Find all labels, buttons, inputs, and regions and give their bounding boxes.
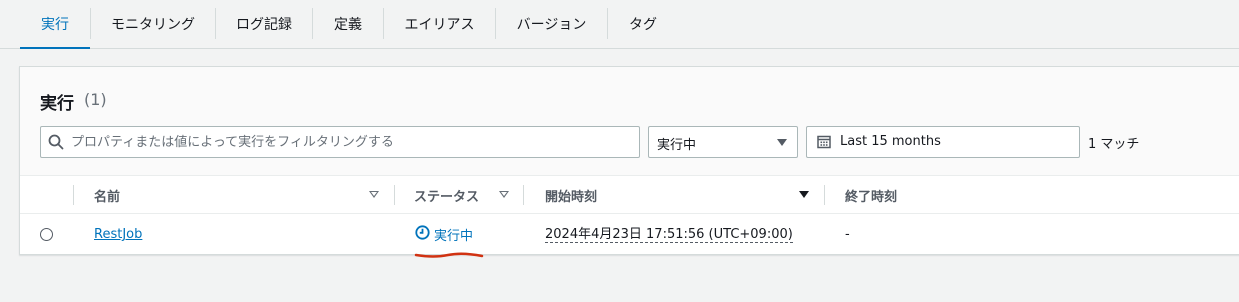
end-time: -: [845, 227, 850, 242]
start-time: 2024年4月23日 17:51:56 (UTC+09:00): [545, 227, 793, 243]
calendar-icon: [817, 135, 831, 153]
column-divider: [73, 185, 74, 205]
date-range-picker[interactable]: Last 15 months: [806, 126, 1080, 158]
tab-label: タグ: [629, 17, 657, 33]
tab-label: ログ記録: [236, 17, 292, 33]
status-filter-value: 実行中: [657, 138, 697, 153]
column-divider: [523, 185, 524, 205]
annotation-underline: [414, 248, 484, 264]
clock-icon: [415, 225, 430, 244]
row-select-radio[interactable]: [40, 228, 53, 241]
panel-title: 実行: [40, 94, 74, 114]
column-header-start-time[interactable]: 開始時刻: [545, 186, 597, 205]
column-header-name[interactable]: 名前: [94, 186, 120, 205]
tab-versions[interactable]: バージョン: [496, 0, 607, 48]
tab-executions[interactable]: 実行: [20, 0, 90, 49]
column-divider: [394, 185, 395, 205]
tab-bar: 実行 モニタリング ログ記録 定義 エイリアス バージョン タグ: [0, 0, 1239, 49]
tab-tags[interactable]: タグ: [608, 0, 678, 48]
tab-label: 実行: [41, 17, 69, 33]
tab-label: バージョン: [516, 17, 587, 33]
panel-header: 実行 (1) 実行中: [20, 67, 1239, 176]
column-header-end-time[interactable]: 終了時刻: [845, 186, 897, 205]
match-count: 1 マッチ: [1088, 137, 1140, 152]
sort-icon[interactable]: [499, 191, 509, 198]
search-input[interactable]: [71, 127, 631, 157]
status-text: 実行中: [434, 229, 474, 244]
status-filter-select[interactable]: 実行中: [648, 126, 798, 158]
tab-logging[interactable]: ログ記録: [216, 0, 312, 48]
tab-label: エイリアス: [404, 17, 475, 33]
tab-label: 定義: [334, 17, 362, 33]
date-range-value: Last 15 months: [840, 134, 941, 149]
caret-down-icon: [777, 139, 787, 146]
status-badge: 実行中: [415, 225, 473, 244]
column-header-status[interactable]: ステータス: [414, 186, 479, 205]
sort-descending-icon[interactable]: [799, 191, 809, 198]
executions-panel: 実行 (1) 実行中: [19, 66, 1239, 258]
table-row: RestJob 実行中 2024年4月23日 17:51:56 (UTC+09:…: [20, 214, 1239, 258]
table-header: 名前 ステータス 開始時刻 終了時刻: [20, 176, 1239, 214]
panel-count: (1): [84, 90, 107, 109]
tab-label: モニタリング: [111, 17, 195, 33]
tab-aliases[interactable]: エイリアス: [384, 0, 495, 48]
tab-monitoring[interactable]: モニタリング: [91, 0, 215, 48]
sort-icon[interactable]: [369, 191, 379, 198]
execution-name-link[interactable]: RestJob: [94, 227, 142, 242]
column-divider: [824, 185, 825, 205]
filter-search[interactable]: [40, 126, 640, 158]
search-icon: [48, 134, 64, 154]
tab-definition[interactable]: 定義: [313, 0, 383, 48]
